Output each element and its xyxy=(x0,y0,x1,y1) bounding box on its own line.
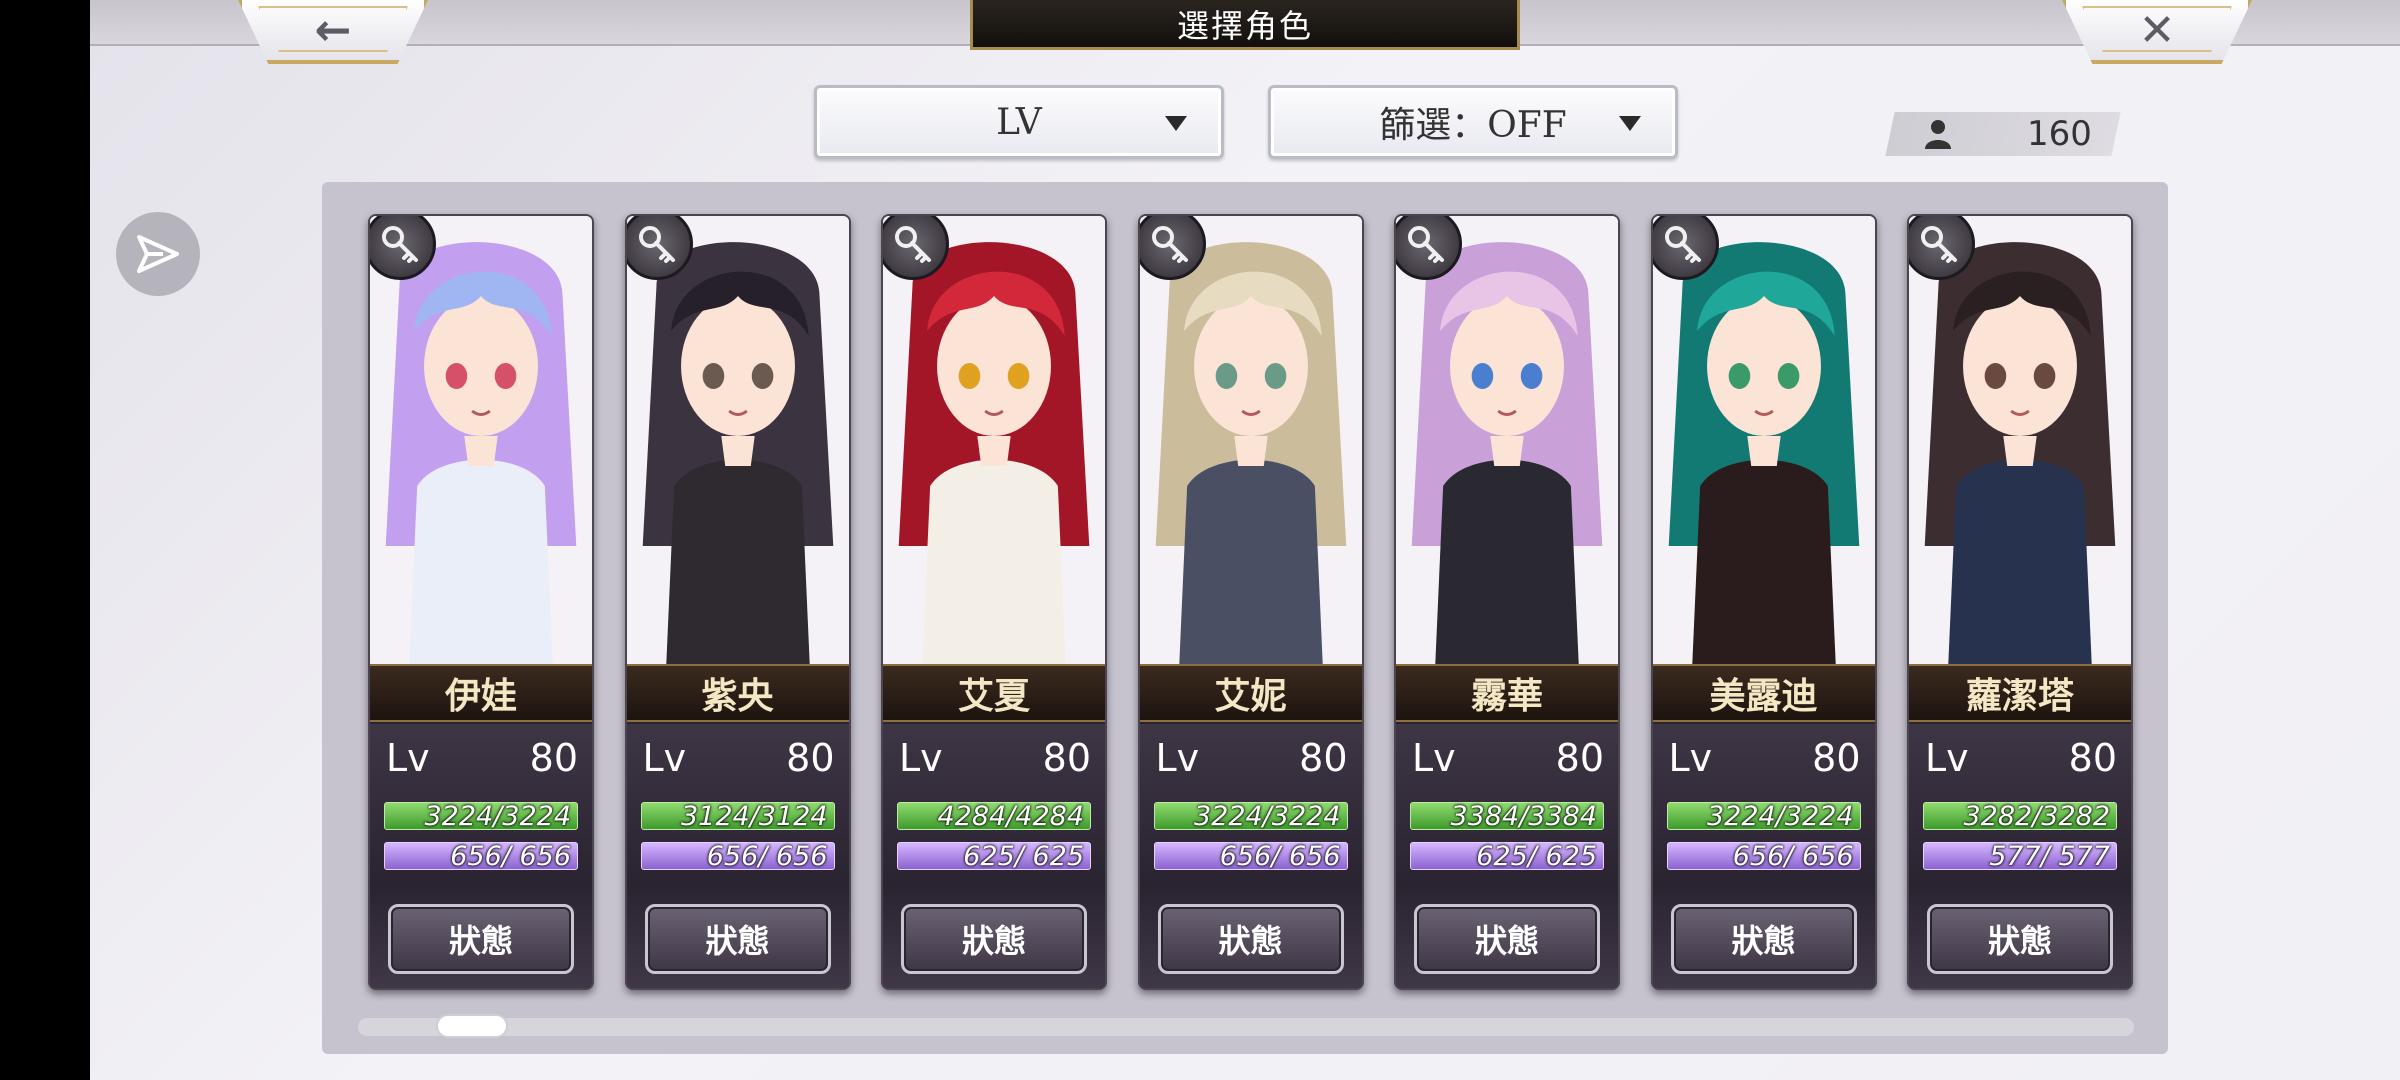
scrollbar-thumb[interactable] xyxy=(436,1014,508,1038)
hp-bar: 3282/3282 xyxy=(1923,802,2117,831)
status-button[interactable]: 狀態 xyxy=(1157,904,1344,974)
level-label: Lv xyxy=(386,736,430,780)
level-label: Lv xyxy=(1925,736,1969,780)
character-card[interactable]: 艾妮 Lv 80 3224/3224 656/ 656 狀態 xyxy=(1137,214,1364,990)
paper-plane-icon xyxy=(137,235,179,273)
filter-dropdown-label: 篩選：OFF xyxy=(1379,105,1567,146)
character-portrait xyxy=(1139,216,1362,664)
level-row: Lv 80 xyxy=(1669,736,1861,780)
back-button[interactable]: ← xyxy=(238,0,428,64)
chevron-down-icon xyxy=(1165,116,1187,131)
character-card[interactable]: 美露迪 Lv 80 3224/3224 656/ 656 狀態 xyxy=(1650,214,1877,990)
level-label: Lv xyxy=(899,736,943,780)
hp-bar: 3224/3224 xyxy=(384,802,578,831)
character-stats: Lv 80 3282/3282 577/ 577 狀態 xyxy=(1909,724,2131,988)
chevron-down-icon xyxy=(1619,116,1641,131)
close-button[interactable]: ✕ xyxy=(2062,0,2252,64)
level-value: 80 xyxy=(786,736,835,780)
hp-bar: 3224/3224 xyxy=(1666,802,1861,831)
status-button[interactable]: 狀態 xyxy=(1670,904,1857,974)
level-value: 80 xyxy=(1555,736,1604,780)
character-card[interactable]: 伊娃 Lv 80 3224/3224 656/ 656 狀態 xyxy=(368,214,594,990)
level-row: Lv 80 xyxy=(899,736,1091,780)
status-button[interactable]: 狀態 xyxy=(1927,904,2113,974)
level-value: 80 xyxy=(1042,736,1091,780)
character-count: 160 xyxy=(2027,114,2092,154)
level-value: 80 xyxy=(1812,736,1861,780)
mp-bar: 625/ 625 xyxy=(897,842,1091,871)
character-stats: Lv 80 4284/4284 625/ 625 狀態 xyxy=(883,724,1105,988)
hp-bar: 3124/3124 xyxy=(640,802,835,831)
left-black-bar xyxy=(0,0,90,1080)
character-name: 美露迪 xyxy=(1652,664,1875,722)
character-name: 蘿潔塔 xyxy=(1909,664,2131,722)
mp-bar: 656/ 656 xyxy=(640,842,835,871)
character-portrait xyxy=(1396,216,1618,664)
character-name: 艾夏 xyxy=(883,664,1105,722)
horizontal-scrollbar[interactable] xyxy=(358,1018,2134,1036)
hp-bar: 3224/3224 xyxy=(1153,802,1348,831)
character-portrait xyxy=(1909,216,2131,664)
character-card[interactable]: 艾夏 Lv 80 4284/4284 625/ 625 狀態 xyxy=(881,214,1107,990)
character-count-badge: 160 xyxy=(1885,112,2121,156)
character-name: 伊娃 xyxy=(370,664,592,722)
level-row: Lv 80 xyxy=(1412,736,1604,780)
character-name: 紫央 xyxy=(626,664,849,722)
level-row: Lv 80 xyxy=(1156,736,1348,780)
level-row: Lv 80 xyxy=(386,736,578,780)
share-button[interactable] xyxy=(116,212,200,296)
character-card[interactable]: 紫央 Lv 80 3124/3124 656/ 656 狀態 xyxy=(624,214,851,990)
sort-dropdown[interactable]: LV xyxy=(814,85,1224,159)
mp-bar: 656/ 656 xyxy=(1153,842,1348,871)
level-row: Lv 80 xyxy=(1925,736,2117,780)
character-stats: Lv 80 3224/3224 656/ 656 狀態 xyxy=(370,724,592,988)
mp-bar: 625/ 625 xyxy=(1410,842,1604,871)
character-portrait xyxy=(1652,216,1875,664)
level-label: Lv xyxy=(1155,736,1200,780)
character-stats: Lv 80 3124/3124 656/ 656 狀態 xyxy=(626,724,849,988)
hp-bar: 4284/4284 xyxy=(897,802,1091,831)
character-name: 霧華 xyxy=(1396,664,1618,722)
character-card[interactable]: 霧華 Lv 80 3384/3384 625/ 625 狀態 xyxy=(1394,214,1620,990)
level-label: Lv xyxy=(1412,736,1456,780)
page-title: 選擇角色 xyxy=(970,0,1520,50)
character-select-screen: ← 選擇角色 ✕ LV 篩選：OFF 160 伊娃 Lv 80 3224/322… xyxy=(90,0,2400,1080)
filter-dropdown[interactable]: 篩選：OFF xyxy=(1268,85,1678,159)
mp-bar: 656/ 656 xyxy=(384,842,578,871)
level-label: Lv xyxy=(1668,736,1713,780)
status-button[interactable]: 狀態 xyxy=(644,904,831,974)
level-value: 80 xyxy=(2068,736,2117,780)
level-value: 80 xyxy=(1299,736,1348,780)
mp-bar: 577/ 577 xyxy=(1923,842,2117,871)
person-icon xyxy=(1925,120,1951,149)
status-button[interactable]: 狀態 xyxy=(1414,904,1600,974)
mp-bar: 656/ 656 xyxy=(1666,842,1861,871)
character-stats: Lv 80 3224/3224 656/ 656 狀態 xyxy=(1652,724,1875,988)
character-portrait xyxy=(626,216,849,664)
level-value: 80 xyxy=(529,736,578,780)
status-button[interactable]: 狀態 xyxy=(901,904,1087,974)
character-stats: Lv 80 3384/3384 625/ 625 狀態 xyxy=(1396,724,1618,988)
status-button[interactable]: 狀態 xyxy=(388,904,574,974)
level-row: Lv 80 xyxy=(643,736,835,780)
sort-dropdown-label: LV xyxy=(996,101,1042,143)
hp-bar: 3384/3384 xyxy=(1410,802,1604,831)
character-portrait xyxy=(883,216,1105,664)
character-stats: Lv 80 3224/3224 656/ 656 狀態 xyxy=(1139,724,1362,988)
level-label: Lv xyxy=(642,736,687,780)
character-card[interactable]: 蘿潔塔 Lv 80 3282/3282 577/ 577 狀態 xyxy=(1907,214,2133,990)
character-portrait xyxy=(370,216,592,664)
character-name: 艾妮 xyxy=(1139,664,1362,722)
